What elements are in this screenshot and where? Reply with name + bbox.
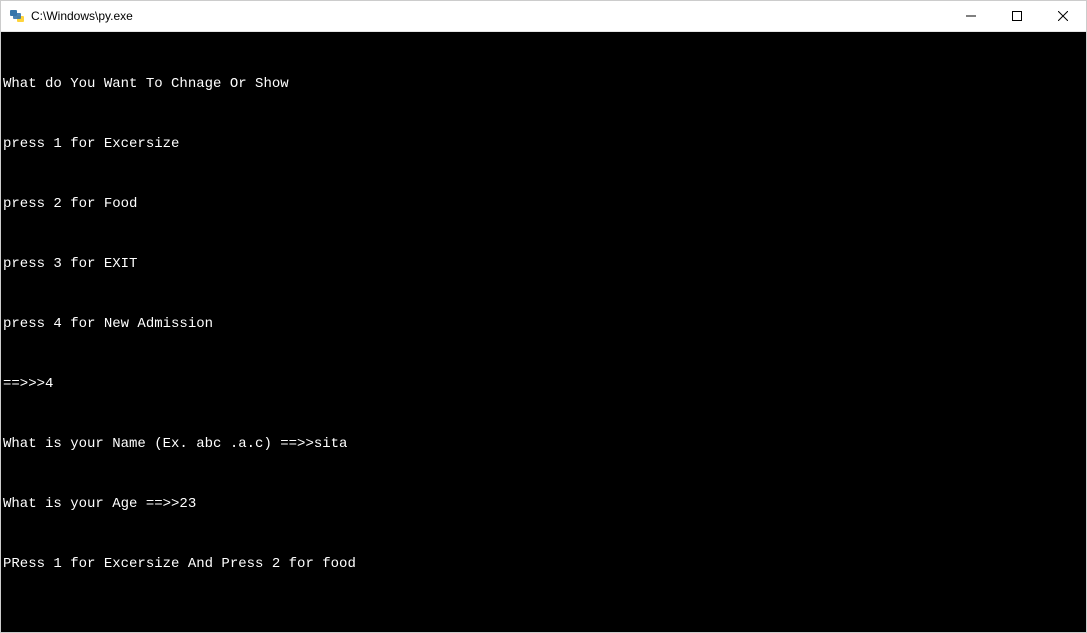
terminal-line: PRess 1 for Excersize And Press 2 for fo… — [3, 554, 1084, 574]
terminal-line: ==>>>4 — [3, 374, 1084, 394]
maximize-icon — [1012, 11, 1022, 21]
terminal-output[interactable]: What do You Want To Chnage Or Show press… — [1, 32, 1086, 632]
terminal-line: What do You Want To Chnage Or Show — [3, 74, 1084, 94]
app-icon — [9, 8, 25, 24]
application-window: C:\Windows\py.exe What do You Want To Ch — [0, 0, 1087, 633]
close-button[interactable] — [1040, 1, 1086, 31]
minimize-button[interactable] — [948, 1, 994, 31]
terminal-line: press 4 for New Admission — [3, 314, 1084, 334]
minimize-icon — [966, 11, 976, 21]
terminal-line: press 1 for Excersize — [3, 134, 1084, 154]
window-controls — [948, 1, 1086, 31]
terminal-line: press 3 for EXIT — [3, 254, 1084, 274]
terminal-line: press 2 for Food — [3, 194, 1084, 214]
maximize-button[interactable] — [994, 1, 1040, 31]
close-icon — [1058, 11, 1068, 21]
titlebar[interactable]: C:\Windows\py.exe — [1, 1, 1086, 32]
window-title: C:\Windows\py.exe — [31, 9, 948, 23]
terminal-line: What is your Age ==>>23 — [3, 494, 1084, 514]
terminal-line: What is your Name (Ex. abc .a.c) ==>>sit… — [3, 434, 1084, 454]
